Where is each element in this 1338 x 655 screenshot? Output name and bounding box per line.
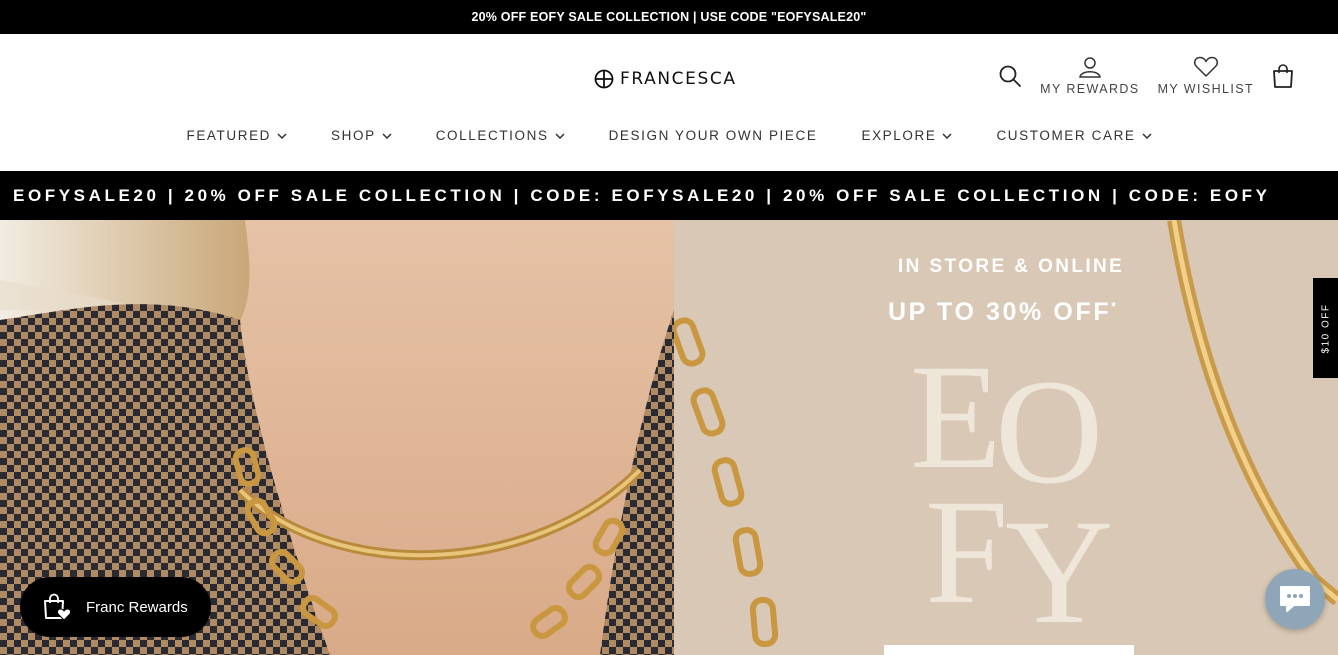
nav-explore-label: EXPLORE [861, 128, 937, 143]
search-icon [999, 65, 1022, 87]
franc-rewards-label: Franc Rewards [86, 598, 188, 616]
heart-icon [1193, 56, 1218, 77]
announcement-bar[interactable]: 20% OFF EOFY SALE COLLECTION | USE CODE … [0, 0, 1338, 34]
ten-off-side-tab[interactable]: $10 OFF [1313, 278, 1338, 378]
user-icon [1078, 57, 1101, 78]
hero-line-store-online: IN STORE & ONLINE [898, 256, 1125, 277]
brand-name: FRANCESCA [620, 69, 737, 89]
franc-rewards-button[interactable]: Franc Rewards [20, 577, 211, 637]
brand-logo[interactable]: FRANCESCA [594, 69, 737, 89]
nav-featured-label: FEATURED [186, 128, 272, 143]
my-rewards-label: MY REWARDS [1040, 82, 1140, 96]
globe-logo-icon [594, 69, 614, 89]
announcement-text[interactable]: 20% OFF EOFY SALE COLLECTION | USE CODE … [471, 10, 866, 24]
promo-marquee: EOFYSALE20 | 20% OFF SALE COLLECTION | C… [0, 171, 1338, 220]
my-wishlist-label: MY WISHLIST [1157, 82, 1254, 96]
main-navigation: FEATURED SHOP COLLECTIONS DESIGN YOUR OW… [0, 128, 1338, 143]
hero-promo-panel: IN STORE & ONLINE UP TO 30% OFF* E O F Y [674, 220, 1338, 655]
nav-collections-label: COLLECTIONS [435, 128, 549, 143]
chat-bubble-icon [1280, 586, 1310, 612]
nav-design-your-own-piece[interactable]: DESIGN YOUR OWN PIECE [587, 128, 840, 143]
shopping-bag-icon [1273, 64, 1293, 88]
header-utilities: MY REWARDS MY WISHLIST [998, 56, 1294, 96]
ten-off-label: $10 OFF [1320, 303, 1331, 353]
hero-discount-mark: * [1111, 299, 1119, 314]
nav-design-label: DESIGN YOUR OWN PIECE [608, 128, 818, 143]
chevron-down-icon [1142, 133, 1152, 139]
nav-collections[interactable]: COLLECTIONS [414, 128, 587, 143]
site-header: FRANCESCA MY REWARDS MY WISHLIST FEATURE… [0, 34, 1338, 171]
chevron-down-icon [277, 133, 287, 139]
nav-featured[interactable]: FEATURED [164, 128, 309, 143]
eofy-letter-f: F [925, 469, 1008, 632]
nav-explore[interactable]: EXPLORE [839, 128, 974, 143]
my-rewards-link[interactable]: MY REWARDS [1040, 56, 1139, 96]
hero-line-discount: UP TO 30% OFF* [888, 298, 1119, 327]
chevron-down-icon [942, 133, 952, 139]
nav-customer-care[interactable]: CUSTOMER CARE [974, 128, 1173, 143]
search-button[interactable] [998, 56, 1022, 88]
hero-discount-text: UP TO 30% OFF [888, 298, 1112, 326]
gift-bag-icon [44, 593, 72, 621]
cart-button[interactable] [1272, 56, 1294, 88]
my-wishlist-link[interactable]: MY WISHLIST [1158, 56, 1254, 96]
eofy-lettering: E O F Y [910, 342, 1113, 632]
hero-shop-button[interactable] [884, 645, 1134, 655]
eofy-letter-y: Y [1005, 489, 1113, 632]
marquee-text: EOFYSALE20 | 20% OFF SALE COLLECTION | C… [13, 185, 1271, 205]
nav-customer-care-label: CUSTOMER CARE [996, 128, 1136, 143]
chevron-down-icon [382, 133, 392, 139]
nav-shop-label: SHOP [331, 128, 376, 143]
chat-launcher-button[interactable] [1265, 569, 1325, 629]
chevron-down-icon [555, 133, 565, 139]
nav-shop[interactable]: SHOP [309, 128, 414, 143]
